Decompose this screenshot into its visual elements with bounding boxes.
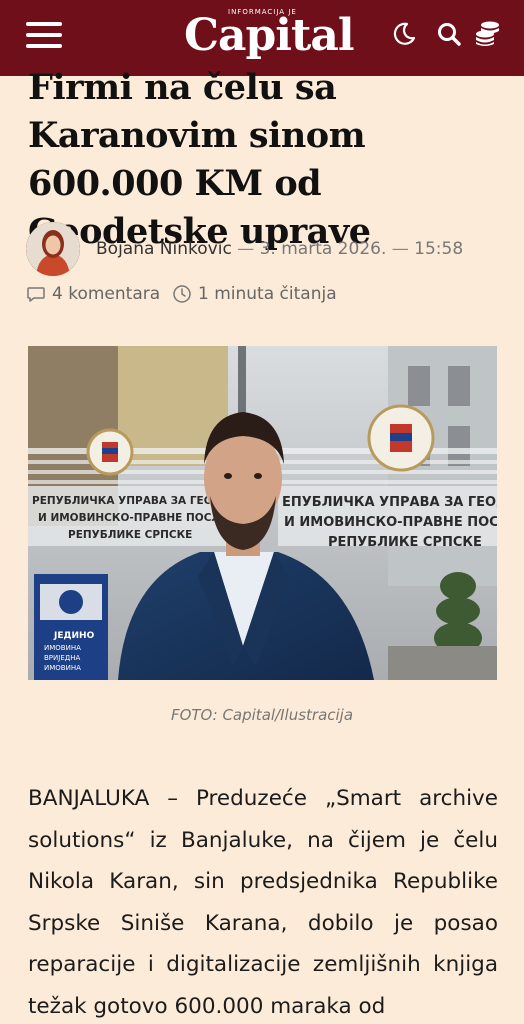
sign-text-right-2: И ИМОВИНСКО-ПРАВНЕ ПОСЛ [284, 515, 497, 530]
clock-icon [173, 285, 191, 303]
author-date-line: Bojana Ninkovic — 3. marta 2026. — 15:58 [96, 239, 463, 259]
publish-date: 3. marta 2026. [259, 239, 387, 259]
moon-icon[interactable] [392, 22, 416, 46]
poster-text-4: ИМОВИНА [44, 664, 81, 672]
article-body: BANJALUKA – Preduzeće „Smart archive sol… [28, 786, 498, 1019]
comments-count: 4 komentara [52, 284, 161, 304]
article-photo[interactable]: РЕПУБЛИЧКА УПРАВА ЗА ГЕОДЕТСКЕ И ИМОВИНС… [28, 346, 497, 680]
sign-text-right-1: ЕПУБЛИЧКА УПРАВА ЗА ГЕОД [282, 495, 497, 510]
sign-text-left-3: РЕПУБЛИКЕ СРПСКЕ [68, 529, 192, 541]
poster-text-3: ВРИЈЕДНА [44, 654, 80, 662]
article-meta-row: 4 komentara 1 minuta čitanja [26, 284, 506, 308]
author-name[interactable]: Bojana Ninkovic [96, 239, 232, 259]
author-avatar[interactable] [26, 222, 80, 276]
search-icon[interactable] [436, 21, 462, 47]
comment-bubble-icon [27, 287, 45, 302]
coins-icon[interactable] [474, 19, 502, 47]
site-logo[interactable]: INFORMACIJA JE Capital [184, 6, 355, 66]
poster-text-2: ИМОВИНА [44, 644, 81, 652]
author-row: Bojana Ninkovic — 3. marta 2026. — 15:58 [26, 222, 506, 278]
reading-time: 1 minuta čitanja [172, 284, 337, 304]
publish-time: 15:58 [414, 239, 464, 259]
reading-time-label: 1 minuta čitanja [198, 284, 337, 304]
photo-caption: FOTO: Capital/Ilustracija [170, 706, 354, 724]
hamburger-menu-icon[interactable] [26, 22, 62, 48]
sign-text-right-3: РЕПУБЛИКЕ СРПСКЕ [328, 535, 482, 550]
separator: — [237, 239, 255, 259]
logo-text: Capital [184, 10, 355, 61]
separator: — [391, 239, 409, 259]
poster-text-1: ЈЕДИНО [53, 631, 95, 641]
comments-link[interactable]: 4 komentara [26, 284, 160, 304]
